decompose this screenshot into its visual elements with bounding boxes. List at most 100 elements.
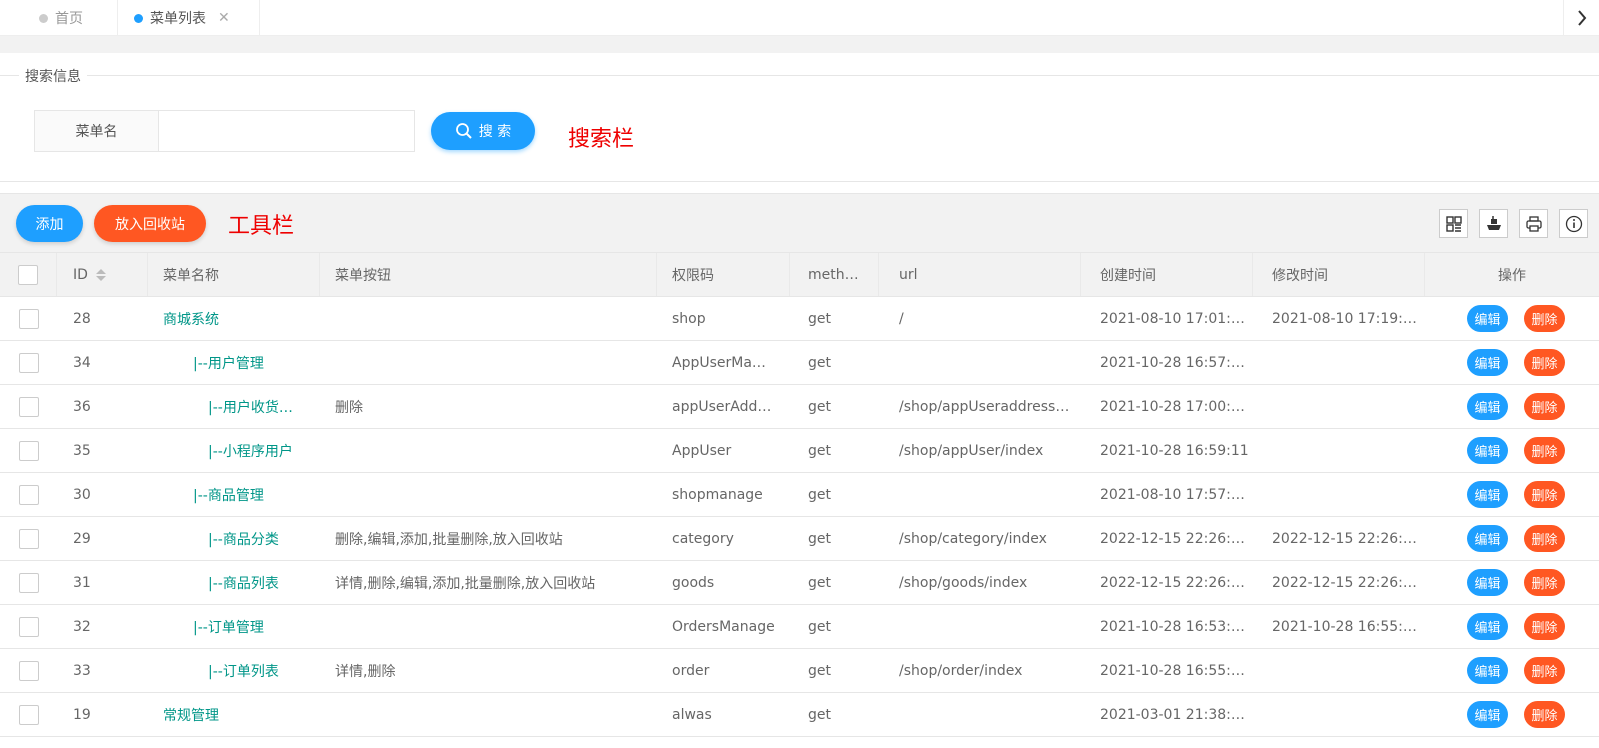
cell-method: get	[808, 310, 831, 327]
cell-menu-name[interactable]: |--订单列表	[148, 649, 320, 692]
delete-button[interactable]: 删除	[1524, 305, 1565, 332]
tab-bar: 首页 菜单列表 ✕	[0, 0, 1599, 36]
close-icon[interactable]: ✕	[218, 10, 230, 26]
row-checkbox-cell	[0, 693, 57, 736]
edit-button[interactable]: 编辑	[1467, 305, 1508, 332]
delete-button[interactable]: 删除	[1524, 393, 1565, 420]
row-checkbox[interactable]	[18, 352, 39, 373]
row-checkbox[interactable]	[18, 308, 39, 329]
cell-menu-name[interactable]: |--用户收货…	[148, 385, 320, 428]
cell-url: /shop/category/index	[899, 530, 1047, 547]
edit-button[interactable]: 编辑	[1467, 569, 1508, 596]
cell-menu-name[interactable]: |--用户管理	[148, 341, 320, 384]
export-icon[interactable]	[1479, 209, 1508, 238]
row-checkbox-cell	[0, 605, 57, 648]
edit-button[interactable]: 编辑	[1467, 657, 1508, 684]
table-row[interactable]: 32 |--订单管理 OrdersManage get 2021-10-28 16:53…	[0, 605, 1599, 649]
cell-method: get	[808, 486, 831, 503]
cell-modified-time	[1253, 473, 1425, 516]
cell-method: get	[808, 530, 831, 547]
cell-modified-time	[1253, 341, 1425, 384]
print-icon[interactable]	[1519, 209, 1548, 238]
chevron-right-icon[interactable]	[1563, 0, 1599, 36]
recycle-button[interactable]: 放入回收站	[94, 205, 206, 242]
cell-actions: 编辑 删除	[1467, 341, 1577, 384]
cell-method: get	[808, 398, 831, 415]
cell-id: 34	[73, 354, 91, 371]
cell-actions: 编辑 删除	[1467, 693, 1577, 736]
row-checkbox[interactable]	[18, 660, 39, 681]
cell-menu-name[interactable]: 常规管理	[148, 693, 320, 736]
edit-button[interactable]: 编辑	[1467, 437, 1508, 464]
row-checkbox[interactable]	[18, 396, 39, 417]
cell-menu-name[interactable]: |--小程序用户	[148, 429, 320, 472]
header-name: 菜单名称	[148, 253, 320, 296]
row-checkbox-cell	[0, 649, 57, 692]
cell-menu-buttons	[320, 473, 657, 516]
delete-button[interactable]: 删除	[1524, 525, 1565, 552]
header-method: meth…	[790, 253, 879, 296]
delete-button[interactable]: 删除	[1524, 569, 1565, 596]
cell-modified-time: 2021-10-28 16:55:…	[1272, 618, 1417, 635]
row-checkbox[interactable]	[18, 440, 39, 461]
cell-menu-name[interactable]: |--商品列表	[148, 561, 320, 604]
cell-menu-name[interactable]: |--订单管理	[148, 605, 320, 648]
cell-menu-name[interactable]: 商城系统	[148, 297, 320, 340]
cell-method: get	[808, 354, 831, 371]
table-row[interactable]: 35 |--小程序用户 AppUser get/shop/appUser/index 2…	[0, 429, 1599, 473]
row-checkbox[interactable]	[18, 484, 39, 505]
table-row[interactable]: 19 常规管理 alwas get 2021-03-01 21:38:… 编辑 删除	[0, 693, 1599, 737]
cell-menu-buttons: 详情,删除,编辑,添加,批量删除,放入回收站	[335, 575, 596, 592]
edit-button[interactable]: 编辑	[1467, 525, 1508, 552]
table-row[interactable]: 34 |--用户管理 AppUserMa… get 2021-10-28 16:57:……	[0, 341, 1599, 385]
cell-modified-time: 2022-12-15 22:26:…	[1272, 530, 1417, 547]
columns-icon[interactable]	[1439, 209, 1468, 238]
delete-button[interactable]: 删除	[1524, 349, 1565, 376]
tab-home-label: 首页	[55, 11, 83, 27]
info-icon[interactable]	[1559, 209, 1588, 238]
delete-button[interactable]: 删除	[1524, 701, 1565, 728]
cell-id: 30	[73, 486, 91, 503]
cell-menu-buttons	[320, 605, 657, 648]
cell-created-time: 2021-10-28 16:55:…	[1100, 662, 1245, 679]
toolbar-annotation: 工具栏	[228, 214, 295, 239]
add-button[interactable]: 添加	[16, 205, 83, 242]
row-checkbox[interactable]	[18, 572, 39, 593]
tab-menu-list[interactable]: 菜单列表 ✕	[118, 0, 260, 36]
table-row[interactable]: 28 商城系统 shop get / 2021-08-10 17:01:… 2021-08-…	[0, 297, 1599, 341]
menu-name-input[interactable]	[159, 111, 414, 151]
delete-button[interactable]: 删除	[1524, 437, 1565, 464]
edit-button[interactable]: 编辑	[1467, 481, 1508, 508]
cell-menu-name[interactable]: |--商品分类	[148, 517, 320, 560]
tab-menu-label: 菜单列表	[150, 11, 206, 27]
sort-icon[interactable]	[95, 268, 106, 281]
edit-button[interactable]: 编辑	[1467, 349, 1508, 376]
table-row[interactable]: 30 |--商品管理 shopmanage get 2021-08-10 17:57:……	[0, 473, 1599, 517]
delete-button[interactable]: 删除	[1524, 657, 1565, 684]
cell-permission-code: category	[672, 530, 734, 547]
cell-permission-code: shopmanage	[672, 486, 763, 503]
tab-home[interactable]: 首页	[26, 0, 118, 36]
row-checkbox[interactable]	[18, 528, 39, 549]
table-row[interactable]: 33 |--订单列表 详情,删除 order get/shop/order/index 2…	[0, 649, 1599, 693]
row-checkbox-cell	[0, 297, 57, 340]
cell-method: get	[808, 706, 831, 723]
row-checkbox[interactable]	[18, 616, 39, 637]
edit-button[interactable]: 编辑	[1467, 613, 1508, 640]
delete-button[interactable]: 删除	[1524, 613, 1565, 640]
cell-actions: 编辑 删除	[1467, 297, 1577, 340]
cell-menu-name[interactable]: |--商品管理	[148, 473, 320, 516]
table-row[interactable]: 36 |--用户收货… 删除 appUserAdd… get/shop/appUsera…	[0, 385, 1599, 429]
table-row[interactable]: 31 |--商品列表 详情,删除,编辑,添加,批量删除,放入回收站 goods get /…	[0, 561, 1599, 605]
search-button[interactable]: 搜 索	[431, 112, 535, 150]
cell-actions: 编辑 删除	[1467, 605, 1577, 648]
row-checkbox[interactable]	[18, 704, 39, 725]
cell-permission-code: appUserAdd…	[672, 398, 772, 415]
edit-button[interactable]: 编辑	[1467, 393, 1508, 420]
select-all-checkbox[interactable]	[18, 264, 38, 285]
delete-button[interactable]: 删除	[1524, 481, 1565, 508]
table-row[interactable]: 29 |--商品分类 删除,编辑,添加,批量删除,放入回收站 category get /…	[0, 517, 1599, 561]
header-id[interactable]: ID	[57, 253, 148, 296]
edit-button[interactable]: 编辑	[1467, 701, 1508, 728]
cell-id: 31	[73, 574, 91, 591]
